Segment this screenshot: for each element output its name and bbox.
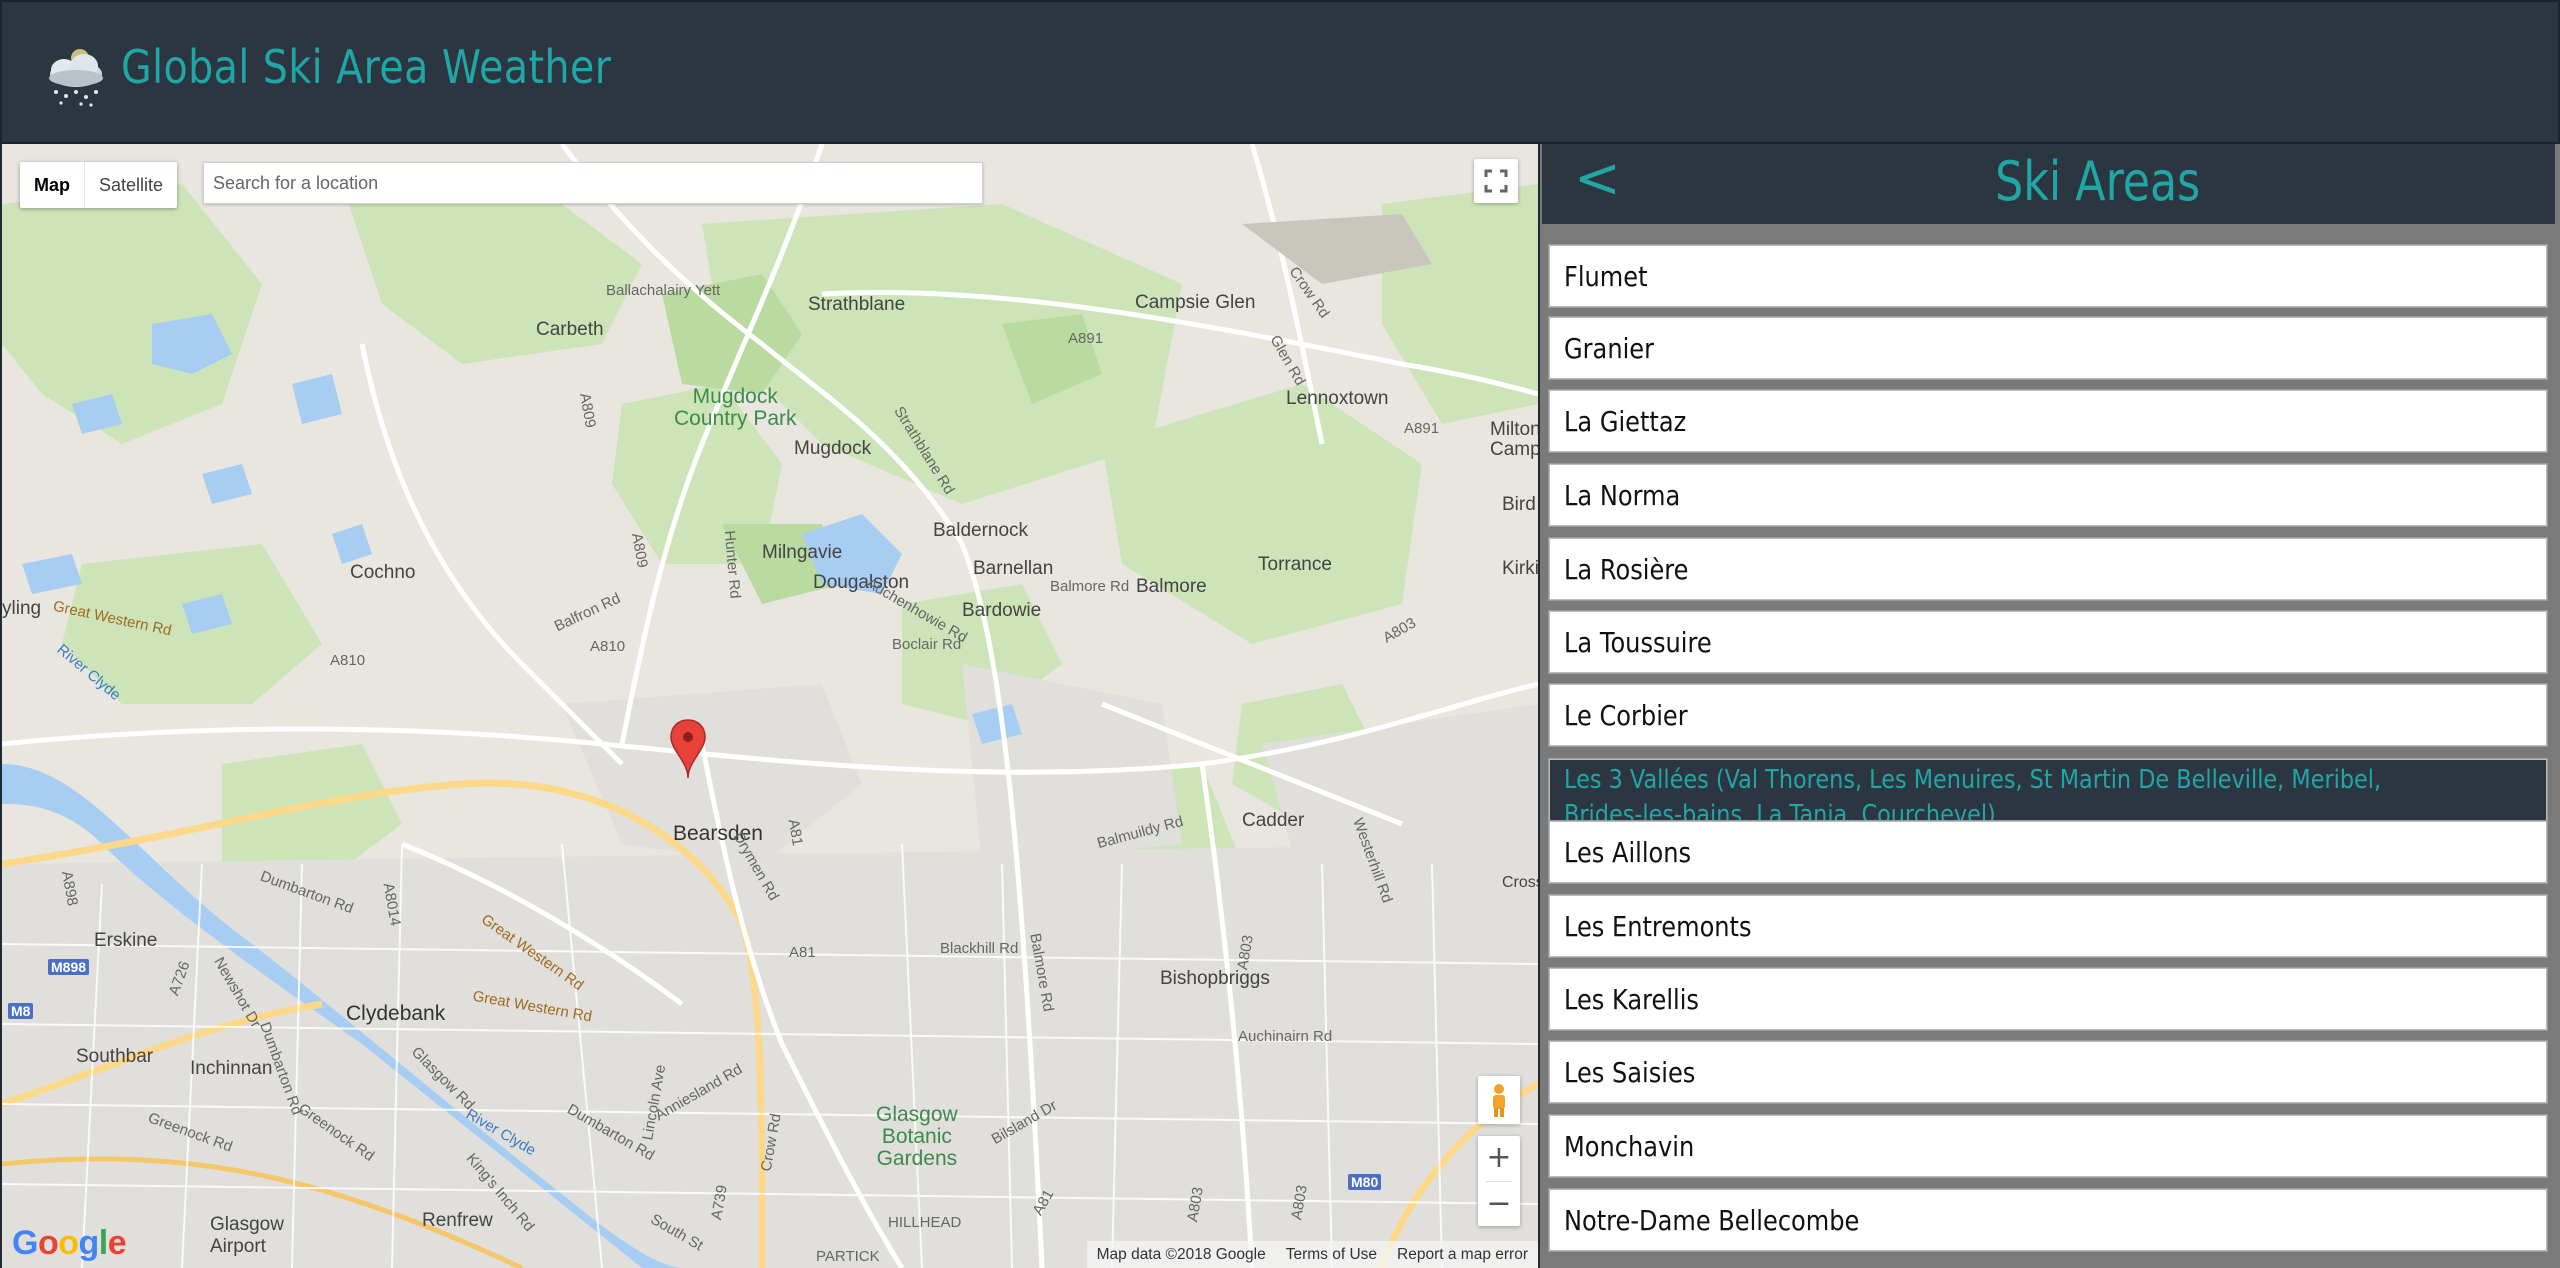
map-label: Blackhill Rd: [940, 940, 1019, 957]
map-label: A891: [1404, 420, 1440, 437]
map-label: Carbeth: [536, 319, 604, 340]
map-label: Barnellan: [973, 558, 1054, 579]
map-label: A891: [1068, 330, 1104, 347]
map-attribution: Map data ©2018 Google Terms of Use Repor…: [1086, 1241, 1538, 1268]
ski-areas-title: Ski Areas: [1995, 150, 2201, 213]
ski-area-label: Notre-Dame Bellecombe: [1564, 1203, 1860, 1237]
ski-areas-header: Ski Areas <: [1542, 144, 2555, 224]
ski-area-item[interactable]: Granier: [1548, 316, 2548, 380]
map-label: A810: [590, 638, 626, 655]
back-button[interactable]: <: [1574, 146, 1621, 211]
app-header: Global Ski Area Weather: [0, 0, 2560, 144]
map-label: Balmore Rd: [1050, 578, 1130, 595]
map-label: Boclair Rd: [892, 636, 962, 653]
zoom-control: + −: [1478, 1136, 1520, 1226]
map-label: Torrance: [1258, 554, 1332, 575]
ski-area-label: Les Aillons: [1564, 835, 1692, 869]
fullscreen-button[interactable]: [1474, 159, 1518, 203]
ski-area-label: Granier: [1564, 331, 1654, 365]
report-map-error-link[interactable]: Report a map error: [1387, 1246, 1538, 1264]
ski-area-label: Le Corbier: [1564, 698, 1688, 732]
ski-area-item[interactable]: Les Entremonts: [1548, 894, 2548, 958]
road-shield: M80: [1348, 1174, 1382, 1190]
map-label: Balmore: [1136, 576, 1207, 597]
map-label: Ballachalairy Yett: [606, 282, 721, 299]
ski-area-label: Les Saisies: [1564, 1055, 1696, 1089]
map-label: A81: [789, 944, 816, 961]
map-data-credit: Map data ©2018 Google: [1096, 1245, 1266, 1263]
map-label: Crossh: [1502, 874, 1538, 891]
map-label: Kirki: [1502, 558, 1538, 579]
ski-area-label: Flumet: [1564, 259, 1648, 293]
weather-cloud-icon: [49, 49, 103, 107]
map-label: PARTICK: [816, 1248, 880, 1265]
ski-area-label: Les Karellis: [1564, 982, 1699, 1016]
map-label: Erskine: [94, 930, 158, 951]
road-shield: M8: [8, 1003, 34, 1019]
ski-area-item[interactable]: Monchavin: [1548, 1114, 2548, 1178]
ski-area-label: Monchavin: [1564, 1129, 1695, 1163]
map-canvas[interactable]: [2, 144, 1538, 1268]
map-label: Bird: [1502, 494, 1536, 515]
map-label: Milngavie: [762, 542, 843, 563]
ski-area-item[interactable]: La Toussuire: [1548, 610, 2548, 674]
map-label: Baldernock: [933, 520, 1029, 541]
map-type-map-button[interactable]: Map: [20, 162, 84, 208]
ski-area-item[interactable]: Les Aillons: [1548, 820, 2548, 884]
ski-area-label: La Toussuire: [1564, 625, 1712, 659]
map-label: A810: [330, 652, 366, 669]
location-search-input[interactable]: [203, 162, 983, 204]
map-label: Strathblane: [808, 294, 906, 315]
map-label: Cochno: [350, 562, 416, 583]
map-label: Cadder: [1242, 810, 1305, 831]
map-view[interactable]: Ballachalairy Yett Strathblane Campsie G…: [2, 144, 1538, 1268]
ski-areas-panel[interactable]: Flumet Granier La Giettaz La Norma La Rosièr…: [1540, 144, 2560, 1268]
ski-area-label: Les Entremonts: [1564, 909, 1752, 943]
fullscreen-icon: [1484, 169, 1508, 193]
map-label: Clydebank: [346, 1002, 446, 1025]
map-label: Mugdock Country Park: [674, 385, 797, 430]
map-label: Glasgow Botanic Gardens: [876, 1103, 958, 1170]
map-label: Mugdock: [794, 438, 872, 459]
ski-area-item[interactable]: Flumet: [1548, 244, 2548, 308]
map-label: Campsie Glen: [1135, 292, 1256, 313]
map-label: Glasgow Airport: [210, 1214, 284, 1257]
map-label: Renfrew: [422, 1210, 493, 1231]
ski-area-item[interactable]: La Norma: [1548, 463, 2548, 527]
zoom-out-button[interactable]: −: [1478, 1182, 1520, 1226]
map-label: Bardowie: [962, 600, 1042, 621]
ski-area-label: La Norma: [1564, 478, 1681, 512]
ski-area-label: La Rosière: [1564, 552, 1689, 586]
ski-area-item[interactable]: Les Karellis: [1548, 967, 2548, 1031]
map-label: Inchinnan: [190, 1058, 273, 1079]
ski-area-label: La Giettaz: [1564, 404, 1687, 438]
street-view-button[interactable]: [1478, 1076, 1520, 1124]
ski-area-item[interactable]: Le Corbier: [1548, 683, 2548, 747]
map-marker-icon[interactable]: [669, 718, 707, 780]
ski-area-item[interactable]: La Giettaz: [1548, 389, 2548, 453]
map-label: Bishopbriggs: [1160, 968, 1270, 989]
map-label: Auchinairn Rd: [1238, 1028, 1333, 1045]
terms-of-use-link[interactable]: Terms of Use: [1276, 1246, 1387, 1264]
google-logo[interactable]: Google: [12, 1224, 127, 1263]
map-label: Lennoxtown: [1286, 388, 1389, 409]
pegman-icon: [1493, 1084, 1505, 1117]
ski-area-item[interactable]: La Rosière: [1548, 537, 2548, 601]
ski-area-item[interactable]: Notre-Dame Bellecombe: [1548, 1188, 2548, 1252]
ski-area-item[interactable]: Les Saisies: [1548, 1040, 2548, 1104]
map-label: Milton Camp: [1490, 419, 1538, 460]
map-label: Southbar: [76, 1046, 154, 1067]
map-type-satellite-button[interactable]: Satellite: [84, 162, 177, 208]
app-title: Global Ski Area Weather: [121, 40, 612, 94]
road-shield: M898: [48, 959, 90, 975]
map-label: HILLHEAD: [888, 1214, 962, 1231]
zoom-in-button[interactable]: +: [1478, 1136, 1520, 1180]
map-type-toggle: Map Satellite: [20, 162, 178, 208]
map-label: yling: [2, 598, 42, 619]
